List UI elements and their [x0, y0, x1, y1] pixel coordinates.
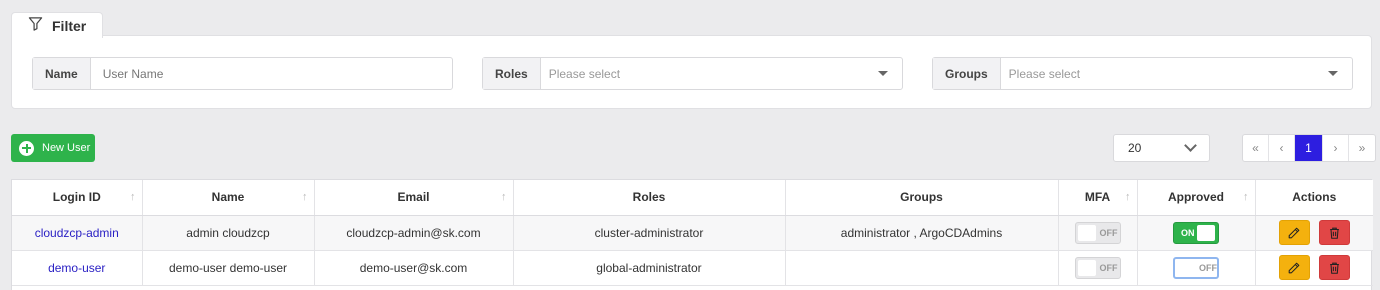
column-header-mfa[interactable]: MFA ↑ [1058, 180, 1138, 216]
approved-cell: OFF [1137, 250, 1256, 286]
actions-cell [1255, 250, 1373, 286]
edit-button[interactable] [1278, 220, 1310, 245]
mfa-toggle-label: OFF [1099, 227, 1118, 238]
next-page-button[interactable]: › [1323, 135, 1349, 161]
new-user-button[interactable]: New User [11, 134, 95, 162]
roles-filter-label: Roles [483, 58, 541, 89]
actions-cell [1255, 215, 1373, 251]
column-header-login-id[interactable]: Login ID ↑ [12, 180, 143, 216]
column-label: Groups [900, 190, 943, 205]
login-id-cell: demo-user [12, 250, 143, 286]
mfa-cell: OFF [1058, 250, 1138, 286]
column-header-name[interactable]: Name ↑ [142, 180, 315, 216]
column-header-email[interactable]: Email ↑ [314, 180, 514, 216]
column-header-groups: Groups [785, 180, 1059, 216]
caret-down-icon [878, 71, 888, 76]
table-row: cloudzcp-admin admin cloudzcp cloudzcp-a… [12, 215, 1373, 251]
mfa-cell: OFF [1058, 215, 1138, 251]
groups-select[interactable]: Please select [1001, 58, 1352, 89]
sort-arrow-icon: ↑ [302, 191, 308, 203]
table-row: demo-user demo-user demo-user demo-user@… [12, 250, 1373, 286]
sort-arrow-icon: ↑ [130, 191, 136, 203]
table-header-row: Login ID ↑ Name ↑ Email ↑ Roles Groups MFA ↑… [12, 180, 1373, 216]
plus-circle-icon [19, 140, 34, 156]
approved-toggle-label: OFF [1199, 262, 1217, 273]
page-button-current[interactable]: 1 [1295, 135, 1323, 161]
users-table: Login ID ↑ Name ↑ Email ↑ Roles Groups MFA ↑… [11, 179, 1373, 290]
pagination: « ‹ 1 › » [1242, 134, 1376, 162]
email-cell: demo-user@sk.com [314, 250, 514, 286]
groups-cell [785, 250, 1059, 286]
login-id-link[interactable]: demo-user [48, 261, 105, 275]
sort-arrow-icon: ↑ [501, 191, 507, 203]
column-label: Approved [1167, 190, 1224, 205]
roles-filter: Roles Please select [482, 57, 903, 90]
toggle-knob [1197, 224, 1215, 241]
groups-filter: Groups Please select [932, 57, 1353, 90]
toggle-knob [1077, 259, 1096, 276]
mfa-toggle[interactable]: OFF [1074, 221, 1121, 244]
roles-cell: cluster-administrator [513, 215, 786, 251]
prev-page-button[interactable]: ‹ [1269, 135, 1295, 161]
caret-down-icon [1328, 71, 1338, 76]
delete-button[interactable] [1318, 255, 1350, 280]
approved-toggle-label: ON [1181, 227, 1195, 238]
groups-select-placeholder: Please select [1008, 66, 1081, 81]
mfa-toggle-label: OFF [1099, 262, 1118, 273]
column-header-roles: Roles [513, 180, 786, 216]
approved-toggle[interactable]: OFF [1173, 256, 1219, 279]
pencil-icon [1288, 262, 1300, 273]
filter-tab-label: Filter [52, 17, 87, 34]
column-label: Actions [1292, 190, 1337, 205]
name-filter-input[interactable] [90, 58, 452, 89]
column-label: Roles [632, 190, 666, 205]
roles-select-placeholder: Please select [548, 66, 621, 81]
column-header-approved[interactable]: Approved ↑ [1137, 180, 1256, 216]
approved-cell: ON [1137, 215, 1256, 251]
new-user-label: New User [42, 142, 91, 154]
column-label: Login ID [52, 190, 101, 205]
column-label: Email [397, 190, 430, 205]
trash-icon [1330, 262, 1339, 274]
page-size-value: 20 [1128, 141, 1142, 155]
filter-funnel-icon [28, 16, 43, 36]
column-header-actions: Actions [1255, 180, 1373, 216]
page-size-select[interactable]: 20 [1113, 134, 1210, 162]
sort-arrow-icon: ↑ [1243, 191, 1249, 203]
column-label: Name [211, 190, 245, 205]
delete-button[interactable] [1318, 220, 1350, 245]
filter-panel: Name Roles Please select Groups Please s… [11, 35, 1372, 109]
column-label: MFA [1084, 190, 1111, 205]
toggle-knob [1077, 224, 1096, 241]
sort-arrow-icon: ↑ [1125, 191, 1131, 203]
roles-cell: global-administrator [513, 250, 786, 286]
login-id-link[interactable]: cloudzcp-admin [35, 226, 119, 240]
email-cell: cloudzcp-admin@sk.com [314, 215, 514, 251]
toggle-knob [1177, 259, 1195, 276]
name-filter: Name [32, 57, 453, 90]
name-cell: demo-user demo-user [142, 250, 315, 286]
login-id-cell: cloudzcp-admin [12, 215, 143, 251]
roles-select[interactable]: Please select [541, 58, 902, 89]
groups-filter-label: Groups [933, 58, 1001, 89]
name-cell: admin cloudzcp [142, 215, 315, 251]
last-page-button[interactable]: » [1349, 135, 1375, 161]
name-filter-label: Name [33, 58, 91, 89]
filter-tab[interactable]: Filter [11, 12, 103, 38]
approved-toggle[interactable]: ON [1173, 221, 1219, 244]
groups-cell: administrator , ArgoCDAdmins [785, 215, 1059, 251]
pencil-icon [1288, 227, 1300, 238]
first-page-button[interactable]: « [1243, 135, 1269, 161]
mfa-toggle[interactable]: OFF [1074, 256, 1121, 279]
chevron-down-icon [1184, 139, 1197, 152]
edit-button[interactable] [1278, 255, 1310, 280]
trash-icon [1330, 227, 1339, 239]
